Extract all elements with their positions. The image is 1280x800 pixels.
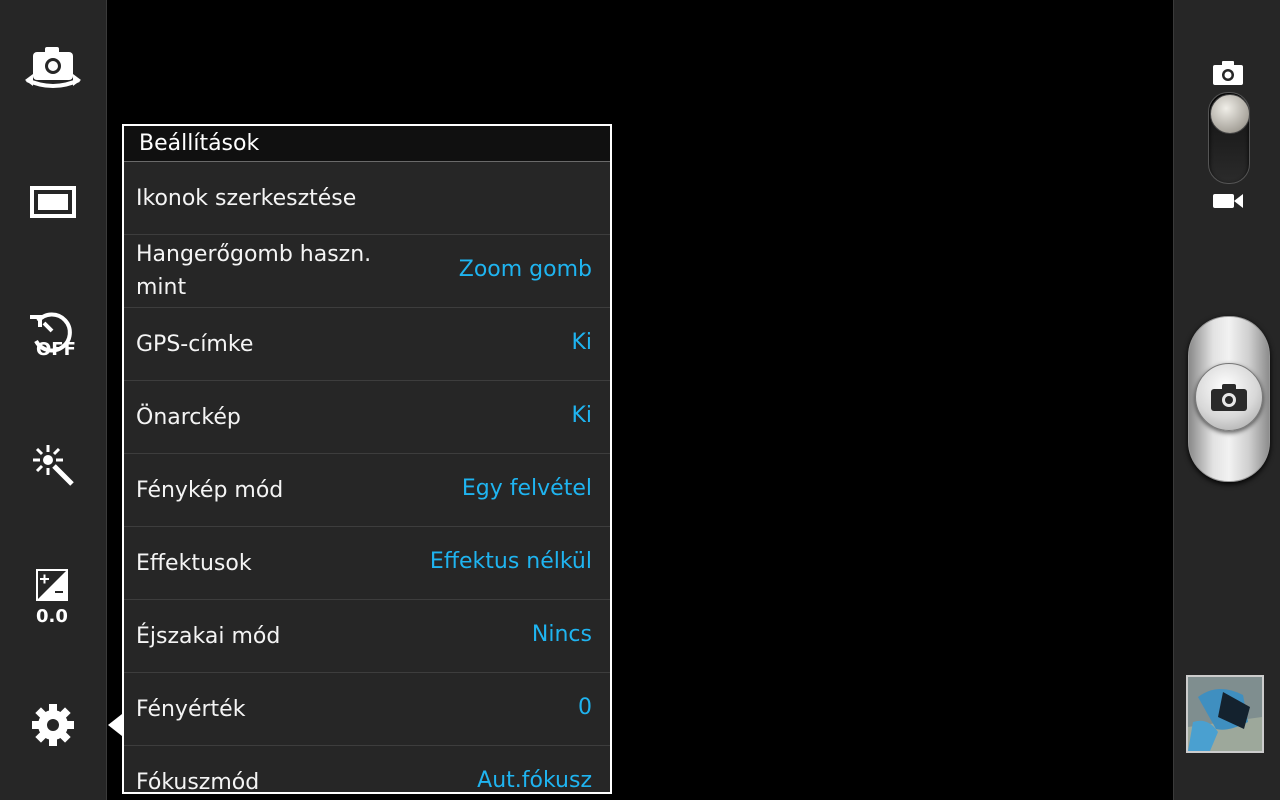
setting-value: Ki [571,330,592,355]
scene-mode-button[interactable] [0,415,106,515]
setting-value: Ki [571,403,592,428]
panel-title: Beállítások [124,126,610,162]
timer-button[interactable]: OFF [0,282,106,382]
settings-panel: Beállítások Ikonok szerkesztése Hangerőg… [122,124,612,794]
setting-row-night-mode[interactable]: Éjszakai mód Nincs [124,600,610,673]
switch-camera-icon [25,47,81,88]
setting-label: Önarckép [136,404,241,430]
setting-value: Effektus nélkül [429,549,592,574]
setting-row-photo-mode[interactable]: Fénykép mód Egy felvétel [124,454,610,527]
setting-label: Effektusok [136,550,252,576]
exposure-button[interactable]: 0.0 [0,546,106,646]
setting-value: Aut.fókusz [477,768,592,793]
setting-label: Fénykép mód [136,477,284,503]
setting-value: Zoom gomb [458,257,592,282]
settings-button[interactable] [0,675,106,775]
thumbnail-image [1188,677,1262,751]
gallery-thumbnail[interactable] [1186,675,1264,753]
camera-screen: OFF 0.0 Beállítások Ikonok szerkesztése … [0,0,1280,800]
setting-row-volume-key[interactable]: Hangerőgomb haszn. mint Zoom gomb [124,235,610,308]
setting-label: Fényérték [136,696,246,722]
left-toolbar: OFF 0.0 [0,0,107,800]
setting-row-effects[interactable]: Effektusok Effektus nélkül [124,527,610,600]
camera-video-mode-switch[interactable] [1208,92,1250,184]
setting-label: Fókuszmód [136,769,260,794]
camera-icon [1213,61,1243,85]
svg-text:0.0: 0.0 [36,606,68,624]
setting-label: Ikonok szerkesztése [136,185,357,211]
shutter-camera-icon [1211,384,1247,411]
timer-icon: OFF [30,312,76,357]
shutter-button[interactable] [1188,316,1270,482]
scene-mode-icon [33,445,74,486]
shooting-mode-icon [30,186,76,218]
settings-gear-icon [32,704,74,746]
selected-indicator [108,714,122,736]
setting-row-edit-icons[interactable]: Ikonok szerkesztése [124,162,610,235]
setting-row-self-portrait[interactable]: Önarckép Ki [124,381,610,454]
setting-value: 0 [578,695,592,720]
video-icon [1213,194,1243,208]
shooting-mode-button[interactable] [0,152,106,252]
setting-row-focus-mode[interactable]: Fókuszmód Aut.fókusz [124,746,610,794]
setting-row-gps-tag[interactable]: GPS-címke Ki [124,308,610,381]
setting-label: Hangerőgomb haszn. mint [136,242,372,300]
shutter-inner[interactable] [1195,363,1263,431]
switch-camera-button[interactable] [0,20,106,120]
svg-text:OFF: OFF [36,339,76,357]
setting-row-exposure-value[interactable]: Fényérték 0 [124,673,610,746]
setting-label: GPS-címke [136,331,254,357]
right-toolbar [1173,0,1280,800]
setting-label: Éjszakai mód [136,623,281,649]
setting-value: Egy felvétel [461,476,592,501]
exposure-icon: 0.0 [36,569,68,624]
mode-switch-knob[interactable] [1210,94,1250,134]
setting-value: Nincs [531,622,592,647]
